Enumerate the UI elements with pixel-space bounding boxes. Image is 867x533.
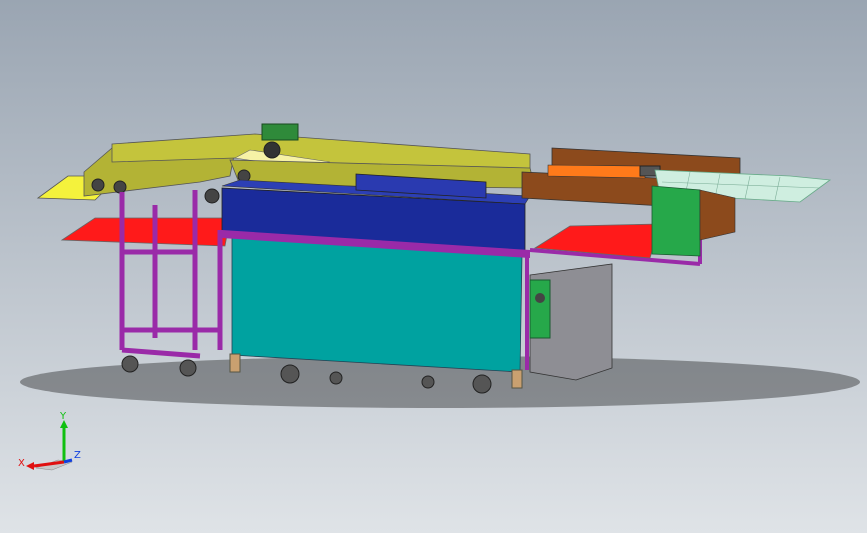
- x-axis-arrow: [26, 462, 34, 470]
- x-axis-label: X: [18, 458, 25, 469]
- z-axis-line: [63, 458, 73, 464]
- right-connector: [699, 189, 736, 241]
- roller-5: [263, 141, 281, 159]
- machine-3d-model[interactable]: [0, 0, 867, 533]
- orange-block[interactable]: [547, 164, 646, 179]
- axis-triad[interactable]: Y X Z: [14, 410, 94, 480]
- z-axis-label: Z: [74, 450, 81, 461]
- roller-3: [204, 188, 220, 204]
- cad-viewport[interactable]: Y X Z: [0, 0, 867, 533]
- left-trolley-frame[interactable]: [119, 190, 223, 359]
- control-knob[interactable]: [535, 293, 545, 303]
- roller-1: [91, 178, 105, 192]
- control-panel-green[interactable]: [529, 279, 551, 339]
- green-side-panel[interactable]: [651, 185, 701, 257]
- y-axis-label: Y: [59, 411, 67, 422]
- red-tray-left[interactable]: [60, 217, 231, 247]
- roller-2: [113, 180, 127, 194]
- tank-body[interactable]: [231, 235, 523, 373]
- drive-motor[interactable]: [261, 123, 299, 141]
